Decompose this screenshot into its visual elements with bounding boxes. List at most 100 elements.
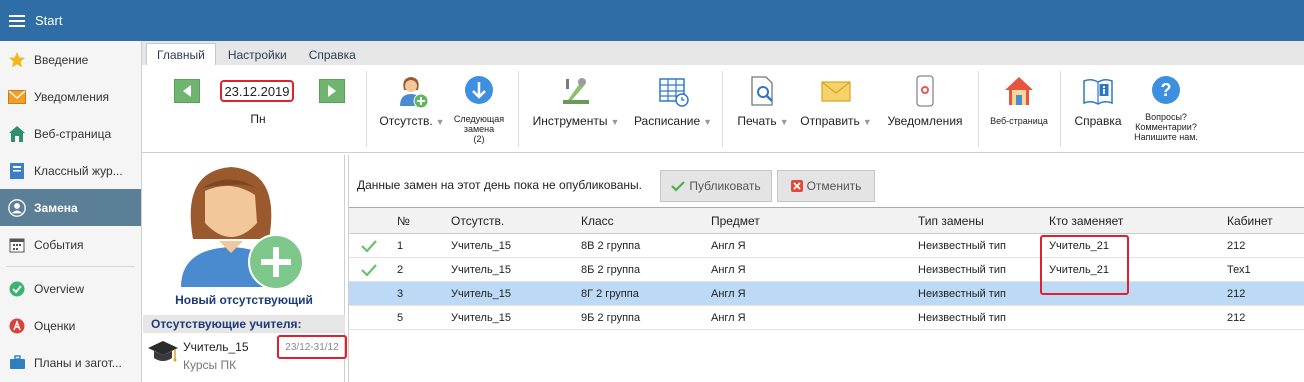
send-label: Отправить [800,114,860,128]
tab-help[interactable]: Справка [299,44,366,65]
sidebar-item-label: Уведомления [34,89,110,104]
tab-main[interactable]: Главный [146,43,216,65]
dropdown-arrow-icon: ▼ [862,117,872,127]
sidebar-item-label: Классный жур... [34,163,123,178]
absent-teacher-name[interactable]: Учитель_15 [183,340,249,354]
ribbon-divider [366,71,367,147]
sidebar-item-label: Планы и загот... [34,355,122,370]
sidebar-item-label: Оценки [34,318,76,333]
sidebar-item-events[interactable]: События [0,226,141,263]
menu-icon[interactable] [9,14,25,27]
print-button[interactable]: Печать ▼ [732,75,794,128]
sidebar-item-webpage[interactable]: Веб-страница [0,115,141,152]
tools-button[interactable]: Инструменты ▼ [528,75,624,128]
row-subject: Англ Я [711,263,746,276]
absence-label: Отсутств. [379,114,433,128]
row-absent: Учитель_15 [451,287,512,300]
row-subject: Англ Я [711,311,746,324]
tools-icon [563,78,589,104]
envelope-icon [821,81,851,102]
row-subject: Англ Я [711,287,746,300]
tools-label: Инструменты [532,114,608,128]
column-header-absent[interactable]: Отсутств. [451,208,504,233]
add-person-icon [181,167,304,290]
publish-label: Публиковать [689,179,761,193]
home-icon [8,125,26,143]
add-absence-icon [400,77,429,109]
row-class: 8Г 2 группа [581,287,639,300]
absent-teachers-header: Отсутствующие учителя: [143,315,345,333]
column-header-class[interactable]: Класс [581,208,614,233]
column-header-number[interactable]: № [397,208,410,233]
column-header-substitute[interactable]: Кто заменяет [1049,208,1123,233]
close-icon [790,180,803,192]
webpage-button[interactable]: Веб-страница [984,75,1054,126]
next-day-button[interactable] [319,79,345,103]
calendar-icon [8,236,26,254]
sidebar-item-intro[interactable]: Введение [0,41,141,78]
table-header: № Отсутств. Класс Предмет Тип замены Кто… [349,207,1304,234]
column-header-room[interactable]: Кабинет [1227,208,1273,233]
help-button[interactable]: Справка [1066,75,1130,128]
feedback-button[interactable]: ? Вопросы? Комментарии? Напишите нам. [1130,75,1202,142]
row-room: Тех1 [1227,263,1251,276]
sidebar-item-plans[interactable]: Планы и загот... [0,344,141,381]
next-substitution-button[interactable]: Следующая замена (2) [448,75,510,144]
column-header-subject[interactable]: Предмет [711,208,760,233]
notifications-label: Уведомления [887,114,963,128]
ribbon-divider [722,71,723,147]
sidebar-item-label: Замена [34,200,78,215]
next-sub-line2: замена [463,124,495,134]
sidebar-item-label: Введение [34,52,89,67]
new-absent-button[interactable] [171,161,311,294]
table-row[interactable]: 1 Учитель_15 8В 2 группа Англ Я Неизвест… [349,234,1304,258]
schedule-button[interactable]: Расписание ▼ [629,75,717,128]
dropdown-arrow-icon: ▼ [779,117,789,127]
weekday-label: Пн [250,112,266,126]
row-room: 212 [1227,311,1246,324]
date-field[interactable]: 23.12.2019 [220,80,294,102]
sidebar-item-substitution[interactable]: Замена [0,189,141,226]
new-absent-label[interactable]: Новый отсутствующий [143,293,345,307]
print-label: Печать [737,114,777,128]
tab-settings[interactable]: Настройки [218,44,297,65]
webpage-label: Веб-страница [990,116,1048,126]
column-header-type[interactable]: Тип замены [918,208,984,233]
row-class: 8Б 2 группа [581,263,641,276]
ribbon-divider [978,71,979,147]
row-absent: Учитель_15 [451,239,512,252]
substitutions-area: Данные замен на этот день пока не опубли… [348,155,1304,382]
print-preview-icon [751,76,773,106]
dropdown-arrow-icon: ▼ [435,117,445,127]
sidebar-divider [6,266,135,267]
prev-day-button[interactable] [174,79,200,103]
ribbon-divider [518,71,519,147]
cancel-button[interactable]: Отменить [777,170,875,202]
check-icon [671,181,686,192]
row-absent: Учитель_15 [451,263,512,276]
row-number: 3 [397,287,404,300]
table-row[interactable]: 5 Учитель_15 9Б 2 группа Англ Я Неизвест… [349,306,1304,330]
row-subject: Англ Я [711,239,746,252]
user-icon [8,198,26,217]
table-row[interactable]: 2 Учитель_15 8Б 2 группа Англ Я Неизвест… [349,258,1304,282]
sidebar-item-label: События [34,237,84,252]
feedback-line2: Комментарии? [1135,122,1197,132]
notifications-button[interactable]: Уведомления [880,75,970,128]
ribbon-tabs: Главный Настройки Справка [142,41,1304,65]
check-icon [361,258,377,281]
absence-button[interactable]: Отсутств. ▼ [378,75,446,128]
app-title: Start [35,13,63,28]
arrow-right-icon [328,85,336,97]
sidebar-item-overview[interactable]: Overview [0,270,141,307]
row-type: Неизвестный тип [918,239,1006,252]
ribbon-divider [1060,71,1061,147]
sidebar-item-label: Веб-страница [34,126,112,141]
send-button[interactable]: Отправить ▼ [798,75,874,128]
sidebar-item-class-journal[interactable]: Классный жур... [0,152,141,189]
table-row-selected[interactable]: 3 Учитель_15 8Г 2 группа Англ Я Неизвест… [349,282,1304,306]
publish-button[interactable]: Публиковать [660,170,772,202]
row-room: 212 [1227,287,1246,300]
sidebar-item-notifications[interactable]: Уведомления [0,78,141,115]
sidebar-item-grades[interactable]: Оценки [0,307,141,344]
